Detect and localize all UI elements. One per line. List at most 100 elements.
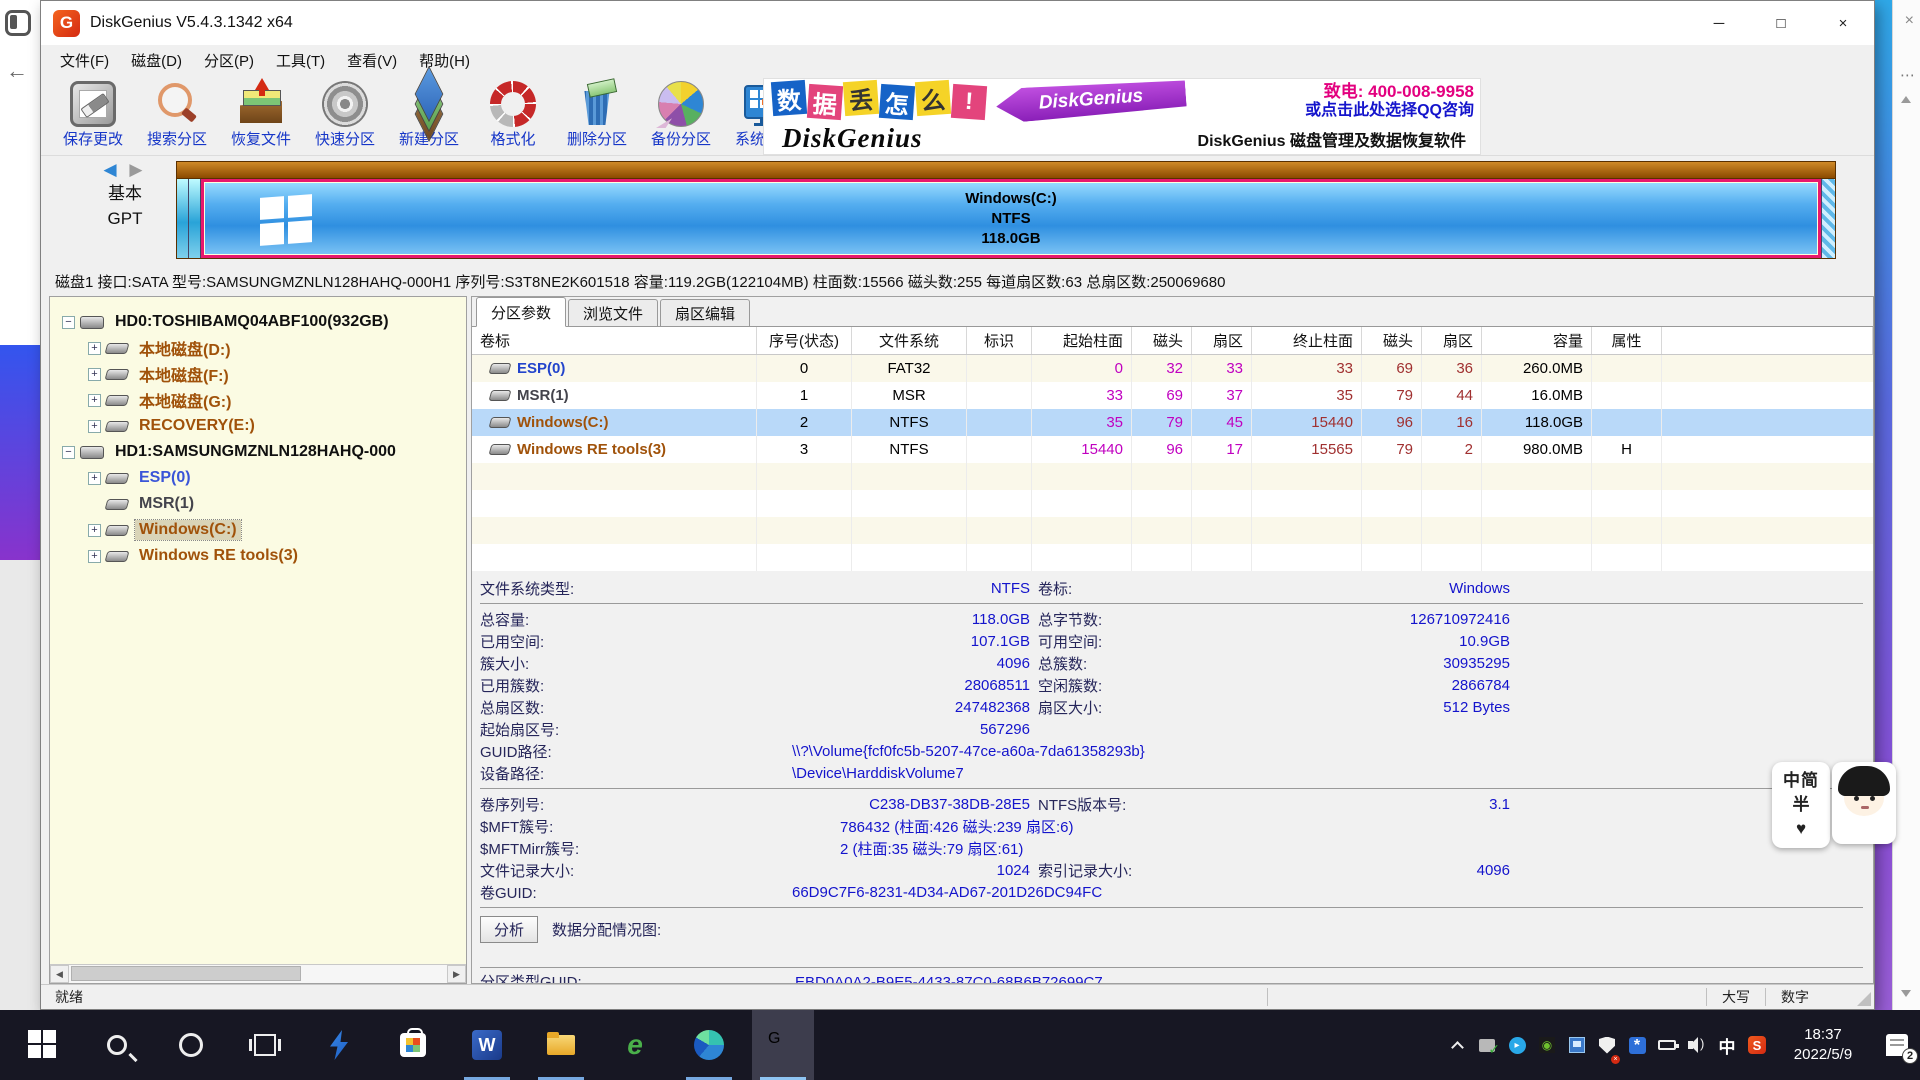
column-header-9[interactable]: 扇区 [1422,327,1482,354]
explorer-taskbar-button[interactable] [530,1010,592,1080]
tab-0[interactable]: 分区参数 [476,297,566,327]
column-header-6[interactable]: 扇区 [1192,327,1252,354]
menu-item-5[interactable]: 帮助(H) [408,45,481,76]
toolbar-save-button[interactable]: 保存更改 [51,76,135,154]
scroll-up-icon[interactable] [1901,96,1911,103]
power-tray-icon[interactable] [1652,1010,1682,1080]
scroll-down-icon[interactable] [1901,990,1911,997]
column-header-10[interactable]: 容量 [1482,327,1592,354]
table-row[interactable]: ESP(0)0FAT3203233336936260.0MB [472,355,1873,382]
taskbar-clock[interactable]: 18:37 2022/5/9 [1780,1025,1866,1065]
expand-toggle-icon[interactable]: − [62,316,75,329]
column-header-3[interactable]: 标识 [967,327,1032,354]
word-taskbar-button[interactable]: W [456,1010,518,1080]
close-button[interactable]: × [1812,1,1874,45]
toolbar-recover-button[interactable]: 恢复文件 [219,76,303,154]
hidden-icons-chevron-icon[interactable] [1442,1010,1472,1080]
minimize-button[interactable]: ─ [1688,1,1750,45]
column-header-11[interactable]: 属性 [1592,327,1662,354]
expand-toggle-icon[interactable]: + [88,472,101,485]
toolbar-format-button[interactable]: 格式化 [471,76,555,154]
menu-item-3[interactable]: 工具(T) [265,45,336,76]
column-header-7[interactable]: 终止柱面 [1252,327,1362,354]
partition-windows-c[interactable]: Windows(C:) NTFS 118.0GB [201,179,1821,258]
ie-taskbar-button[interactable]: e [604,1010,666,1080]
tree-item-hd1-samsungmznln128hahq-000[interactable]: −HD1:SAMSUNGMZNLN128HAHQ-000 [50,439,466,465]
toolbar-backup-button[interactable]: 备份分区 [639,76,723,154]
scroll-left-icon[interactable]: ◀ [50,965,69,983]
expand-toggle-icon[interactable]: + [88,524,101,537]
tree-item--f-[interactable]: +本地磁盘(F:) [50,361,466,387]
expand-toggle-icon[interactable]: + [88,368,101,381]
snowflake-tray-icon[interactable]: * [1622,1010,1652,1080]
partition-esp[interactable] [177,179,189,258]
tree-item-hd0-toshibamq04abf100-932gb-[interactable]: −HD0:TOSHIBAMQ04ABF100(932GB) [50,309,466,335]
column-header-2[interactable]: 文件系统 [852,327,967,354]
tree-item-esp-0-[interactable]: +ESP(0) [50,465,466,491]
column-header-1[interactable]: 序号(状态) [757,327,852,354]
nvidia-tray-icon[interactable]: ◉ [1532,1010,1562,1080]
store-taskbar-button[interactable] [382,1010,444,1080]
analyze-button[interactable]: 分析 [480,916,538,943]
toolbar-new-button[interactable]: 新建分区 [387,76,471,154]
tree-item-windows-re-tools-3-[interactable]: +Windows RE tools(3) [50,543,466,569]
column-header-8[interactable]: 磁头 [1362,327,1422,354]
tree-hscrollbar[interactable]: ◀ ▶ [50,964,466,983]
background-scrollbar[interactable]: × ⋯ [1892,0,1920,1010]
volume-tray-icon[interactable]: ) [1682,1010,1712,1080]
scrollbar-track[interactable] [69,965,447,983]
tree-item-msr-1-[interactable]: MSR(1) [50,491,466,517]
ime-indicator[interactable]: 中 [1712,1010,1742,1080]
expand-toggle-icon[interactable]: + [88,550,101,563]
column-header-0[interactable]: 卷标 [472,327,757,354]
table-row[interactable]: Windows RE tools(3)3NTFS1544096171556579… [472,436,1873,463]
search-taskbar-button[interactable] [86,1010,148,1080]
printer-tray-icon[interactable] [1472,1010,1502,1080]
column-header-4[interactable]: 起始柱面 [1032,327,1132,354]
ad-banner[interactable]: 数据丢怎么! DiskGenius 致电: 400-008-9958 或点击此处… [763,78,1481,155]
partition-re-tools[interactable] [1821,179,1835,258]
start-taskbar-button[interactable] [12,1010,74,1080]
defender-tray-icon[interactable]: × [1592,1010,1622,1080]
next-disk-icon[interactable]: ▶ [129,160,146,179]
maximize-button[interactable]: □ [1750,1,1812,45]
pc-manager-tray-icon[interactable] [1562,1010,1592,1080]
sogou-tray-icon[interactable]: S [1742,1010,1772,1080]
tree-item-recovery-e-[interactable]: +RECOVERY(E:) [50,413,466,439]
diskgenius-taskbar-button[interactable]: G [752,1010,814,1080]
expand-toggle-icon[interactable]: + [88,394,101,407]
menu-item-0[interactable]: 文件(F) [49,45,120,76]
resize-grip[interactable] [1824,985,1874,1009]
ellipsis-icon[interactable]: ⋯ [1900,66,1916,84]
prev-disk-icon[interactable]: ◀ [104,160,121,179]
toolbar-delete-button[interactable]: 删除分区 [555,76,639,154]
messenger-tray-icon[interactable]: ▸ [1502,1010,1532,1080]
partition-msr[interactable] [189,179,201,258]
ime-status-box[interactable]: 中简 半 ♥ [1772,762,1830,848]
tab-1[interactable]: 浏览文件 [568,299,658,326]
ime-widget[interactable]: 中简 半 ♥ [1772,762,1896,848]
scroll-right-icon[interactable]: ▶ [447,965,466,983]
table-row[interactable]: MSR(1)1MSR33693735794416.0MB [472,382,1873,409]
titlebar[interactable]: G DiskGenius V5.4.3.1342 x64 ─ □ × [41,1,1874,45]
menu-item-2[interactable]: 分区(P) [193,45,265,76]
action-center-button[interactable]: 2 [1874,1010,1920,1080]
taskview-taskbar-button[interactable] [234,1010,296,1080]
tree-item--d-[interactable]: +本地磁盘(D:) [50,335,466,361]
banner-qq-link[interactable]: 或点击此处选择QQ咨询 [1305,101,1474,120]
expand-toggle-icon[interactable]: − [62,446,75,459]
background-close-icon[interactable]: × [1905,12,1914,30]
tree-item-windows-c-[interactable]: +Windows(C:) [50,517,466,543]
cortana-taskbar-button[interactable] [160,1010,222,1080]
edge-taskbar-button[interactable] [678,1010,740,1080]
table-row[interactable]: Windows(C:)2NTFS357945154409616118.0GB [472,409,1873,436]
column-header-5[interactable]: 磁头 [1132,327,1192,354]
expand-toggle-icon[interactable]: + [88,420,101,433]
expand-toggle-icon[interactable]: + [88,342,101,355]
tree-item--g-[interactable]: +本地磁盘(G:) [50,387,466,413]
tab-2[interactable]: 扇区编辑 [660,299,750,326]
menu-item-1[interactable]: 磁盘(D) [120,45,193,76]
scrollbar-thumb[interactable] [71,966,301,981]
toolbar-quick-button[interactable]: 快速分区 [303,76,387,154]
menu-item-4[interactable]: 查看(V) [336,45,408,76]
